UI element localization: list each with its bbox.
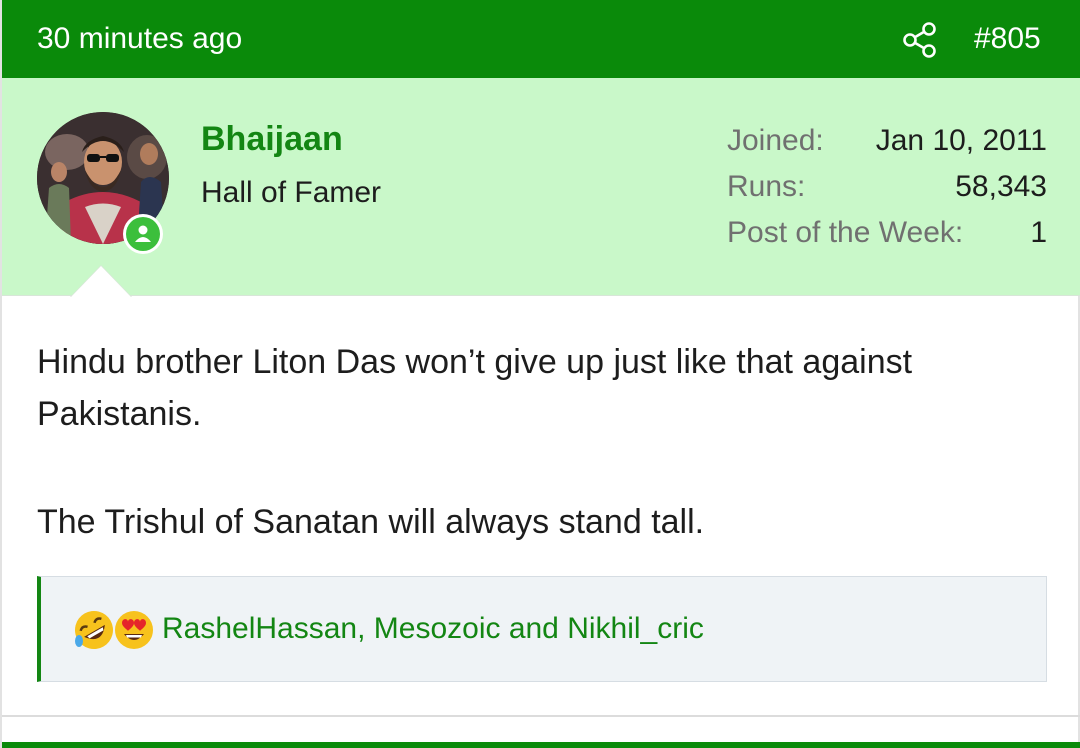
heart-eyes-emoji-icon [115,611,153,649]
user-title: Hall of Famer [201,176,382,209]
forum-post: 30 minutes ago #805 Bhaijaan Hall of Fam… [0,0,1080,748]
rolling-laughing-emoji-icon [75,611,113,649]
next-post-header-edge [2,742,1080,748]
message-body: Hindu brother Liton Das won’t give up ju… [37,336,1047,548]
stat-joined: Joined: Jan 10, 2011 [727,124,1047,170]
panel-pointer [71,266,131,297]
stat-value: 1 [1030,216,1047,249]
share-icon[interactable] [900,20,940,60]
message-paragraph: The Trishul of Sanatan will always stand… [37,503,705,541]
message-paragraph: Hindu brother Liton Das won’t give up ju… [37,343,913,433]
user-avatar[interactable] [37,112,169,254]
post-timestamp[interactable]: 30 minutes ago [37,22,242,56]
stat-label: Joined: [727,124,824,157]
stat-value: Jan 10, 2011 [875,124,1047,157]
username-link[interactable]: Bhaijaan [201,120,343,159]
post-number-link[interactable]: #805 [974,22,1041,56]
post-footer-divider [2,715,1080,717]
user-stats: Joined: Jan 10, 2011 Runs: 58,343 Post o… [727,124,1047,262]
reactors-list-link[interactable]: RashelHassan, Mesozoic and Nikhil_cric [162,612,704,646]
stat-post-of-the-week: Post of the Week: 1 [727,216,1047,262]
stat-label: Runs: [727,170,806,203]
stat-label: Post of the Week: [727,216,964,249]
reaction-icons[interactable] [73,609,157,651]
online-user-icon [123,214,163,254]
stat-runs: Runs: 58,343 [727,170,1047,216]
stat-value: 58,343 [955,170,1047,203]
reactions-bar: RashelHassan, Mesozoic and Nikhil_cric [37,576,1047,682]
post-header: 30 minutes ago #805 [2,0,1080,78]
